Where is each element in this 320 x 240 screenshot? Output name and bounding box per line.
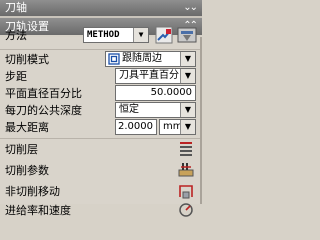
depth-per-cut-label: 每刀的公共深度	[5, 104, 82, 117]
cut-pattern-label: 切削模式	[5, 53, 49, 66]
max-distance-unit-select[interactable]: mm ▼	[159, 119, 196, 135]
cut-levels-row[interactable]: 切削层	[5, 140, 195, 160]
dropdown-arrow-icon: ▼	[180, 52, 195, 66]
non-cut-moves-label: 非切削移动	[5, 185, 60, 198]
method-label: 方法	[5, 29, 27, 42]
non-cut-moves-icon[interactable]	[177, 182, 195, 200]
cut-params-row[interactable]: 切削参数	[5, 161, 195, 181]
axis-section-title: 刀轴	[5, 1, 27, 14]
cut-pattern-select[interactable]: 跟随周边 ▼	[105, 51, 196, 67]
method-row: 方法 METHOD ▼	[5, 26, 197, 45]
flat-diameter-pct-input[interactable]: 50.0000	[115, 85, 196, 101]
stepover-select[interactable]: 刀具平直百分比 ▼	[115, 68, 196, 84]
expand-chevron-icon[interactable]: ⌄⌄	[183, 0, 198, 15]
cut-params-label: 切削参数	[5, 164, 49, 177]
max-distance-row: 最大距离 2.0000 mm ▼	[5, 119, 196, 137]
cut-params-icon[interactable]	[177, 161, 195, 179]
toolpath-settings-panel: 方法 METHOD ▼ 切削模式 跟随周边 ▼ 步距 刀具平直百分比 ▼ 平面直…	[0, 26, 202, 217]
cut-levels-icon[interactable]	[177, 140, 195, 158]
depth-per-cut-select[interactable]: 恒定 ▼	[115, 102, 196, 118]
follow-periphery-icon	[108, 53, 120, 65]
depth-per-cut-value: 恒定	[119, 104, 139, 115]
cut-pattern-row: 切削模式 跟随周边 ▼	[5, 51, 196, 69]
stepover-row: 步距 刀具平直百分比 ▼	[5, 68, 196, 86]
feeds-speeds-icon[interactable]	[177, 201, 195, 219]
feeds-speeds-label: 进给率和速度	[5, 204, 71, 217]
non-cut-moves-row[interactable]: 非切削移动	[5, 182, 195, 202]
stepover-label: 步距	[5, 70, 27, 83]
feeds-speeds-row[interactable]: 进给率和速度	[5, 201, 195, 221]
edit-method-icon[interactable]	[155, 26, 173, 44]
flat-diameter-pct-label: 平面直径百分比	[5, 87, 82, 100]
dropdown-arrow-icon: ▼	[180, 103, 195, 117]
max-distance-input[interactable]: 2.0000	[115, 119, 157, 135]
cut-pattern-value: 跟随周边	[122, 53, 162, 64]
dropdown-arrow-icon: ▼	[180, 69, 195, 83]
cut-levels-label: 切削层	[5, 143, 38, 156]
method-value: METHOD	[87, 30, 120, 40]
flat-diameter-pct-row: 平面直径百分比 50.0000	[5, 85, 196, 103]
method-manager-icon[interactable]	[177, 26, 197, 44]
depth-per-cut-row: 每刀的公共深度 恒定 ▼	[5, 102, 196, 120]
stepover-value: 刀具平直百分比	[119, 70, 189, 81]
dropdown-arrow-icon: ▼	[180, 120, 195, 134]
method-select[interactable]: METHOD ▼	[83, 27, 149, 43]
dropdown-arrow-icon: ▼	[133, 28, 148, 42]
axis-section-header[interactable]: 刀轴 ⌄⌄	[0, 0, 202, 16]
max-distance-label: 最大距离	[5, 121, 49, 134]
